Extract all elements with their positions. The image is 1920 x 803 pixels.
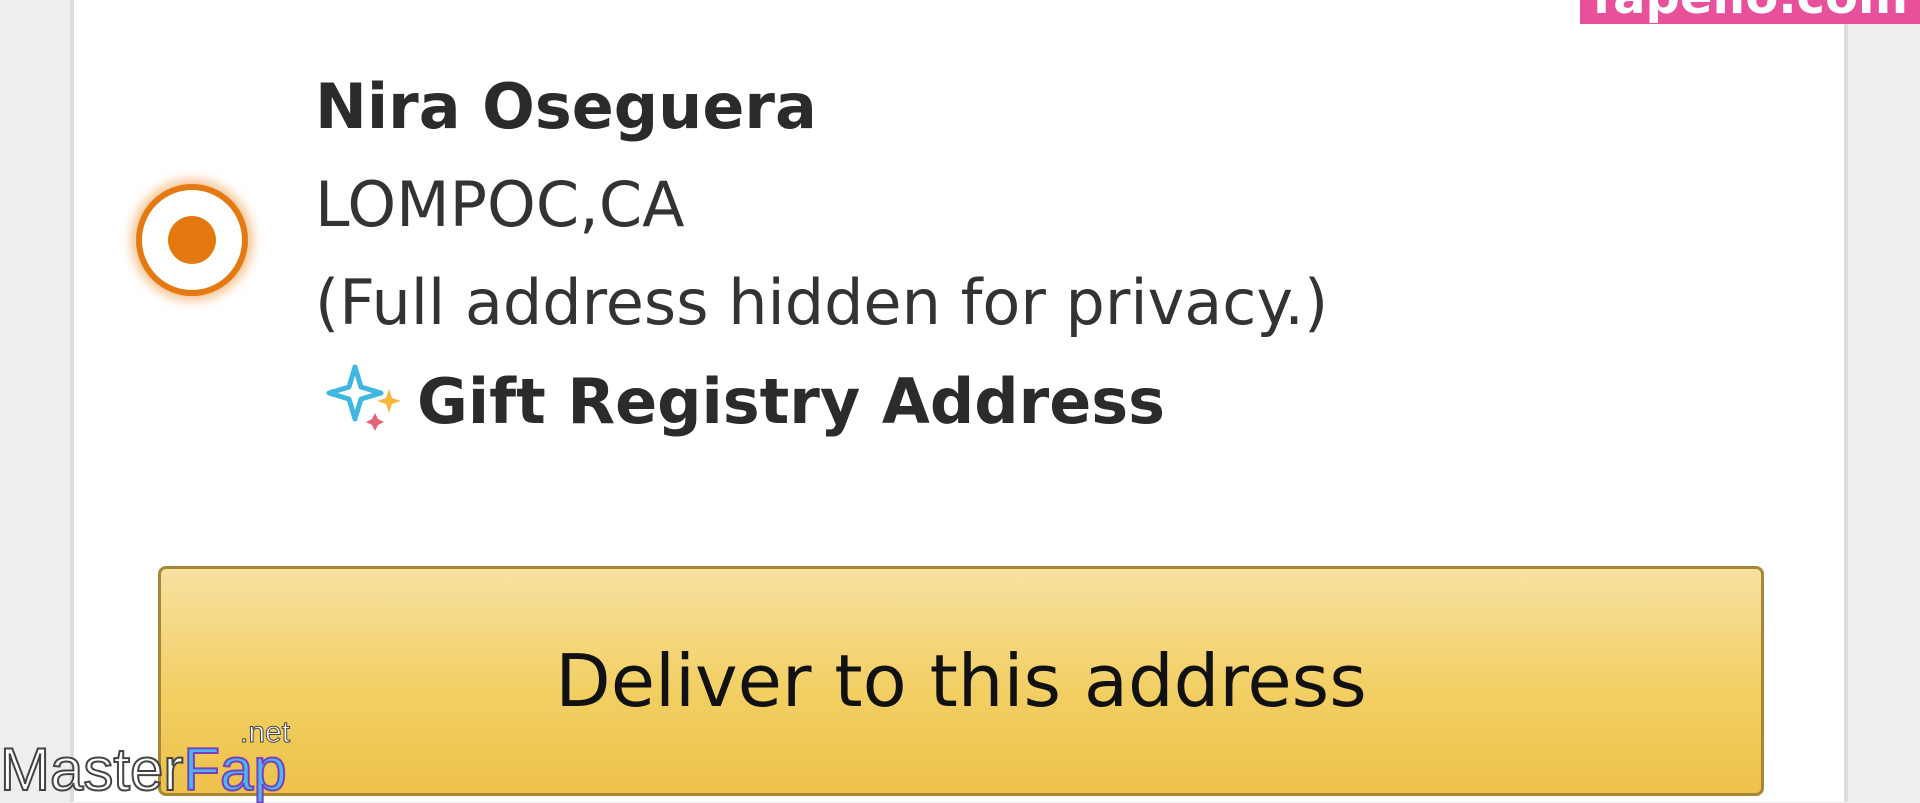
watermark-top-right: fapello.com [1580,0,1920,24]
city-state: LOMPOC,CA [315,168,685,241]
watermark-fap-text: Fap [182,736,287,803]
recipient-name: Nira Oseguera [315,70,817,143]
sparkle-icon [326,364,401,431]
gift-registry-row: Gift Registry Address [315,352,1328,450]
privacy-note: (Full address hidden for privacy.) [315,266,1329,339]
watermark-master-text: Master [0,736,184,803]
radio-selected-dot [168,216,216,264]
deliver-button-label: Deliver to this address [555,639,1367,723]
address-radio-button[interactable] [136,184,248,296]
deliver-to-address-button[interactable]: Deliver to this address [158,566,1764,796]
address-details: Nira Oseguera LOMPOC,CA (Full address hi… [315,58,1328,450]
watermark-logo-text: MasterFap [0,739,288,801]
gift-registry-label: Gift Registry Address [417,364,1166,438]
watermark-bottom-left: .net MasterFap [0,717,310,802]
